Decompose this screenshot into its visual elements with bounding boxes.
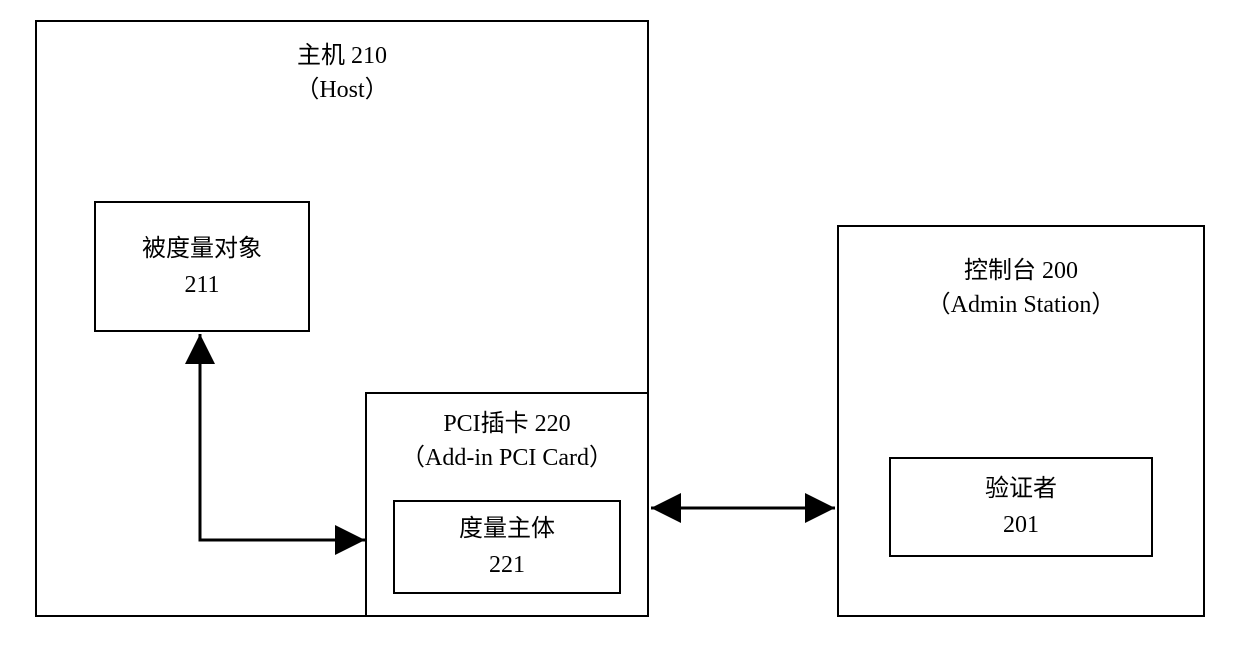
measurement-subject-line1: 度量主体: [459, 511, 555, 547]
pci-card-title-line1: PCI插卡 220: [443, 411, 570, 437]
verifier-line2: 201: [1003, 507, 1039, 543]
host-title-line2: （Host）: [295, 77, 388, 103]
host-title-line1: 主机 210: [297, 43, 387, 69]
measured-object-line1: 被度量对象: [142, 231, 262, 267]
measurement-subject-box: 度量主体 221: [393, 500, 621, 594]
measured-object-line2: 211: [184, 267, 219, 303]
pci-card-title: PCI插卡 220 （Add-in PCI Card）: [367, 408, 647, 475]
measured-object-box: 被度量对象 211: [94, 201, 310, 332]
measured-object-label: 被度量对象 211: [96, 203, 308, 330]
console-box: 控制台 200 （Admin Station）: [837, 225, 1205, 617]
measurement-subject-line2: 221: [489, 547, 525, 583]
console-title: 控制台 200 （Admin Station）: [839, 255, 1203, 322]
verifier-label: 验证者 201: [891, 459, 1151, 555]
pci-card-title-line2: （Add-in PCI Card）: [401, 445, 613, 471]
host-title: 主机 210 （Host）: [37, 40, 647, 107]
console-title-line1: 控制台 200: [964, 258, 1078, 284]
measurement-subject-label: 度量主体 221: [395, 502, 619, 592]
verifier-line1: 验证者: [985, 471, 1057, 507]
console-title-line2: （Admin Station）: [927, 292, 1116, 318]
verifier-box: 验证者 201: [889, 457, 1153, 557]
